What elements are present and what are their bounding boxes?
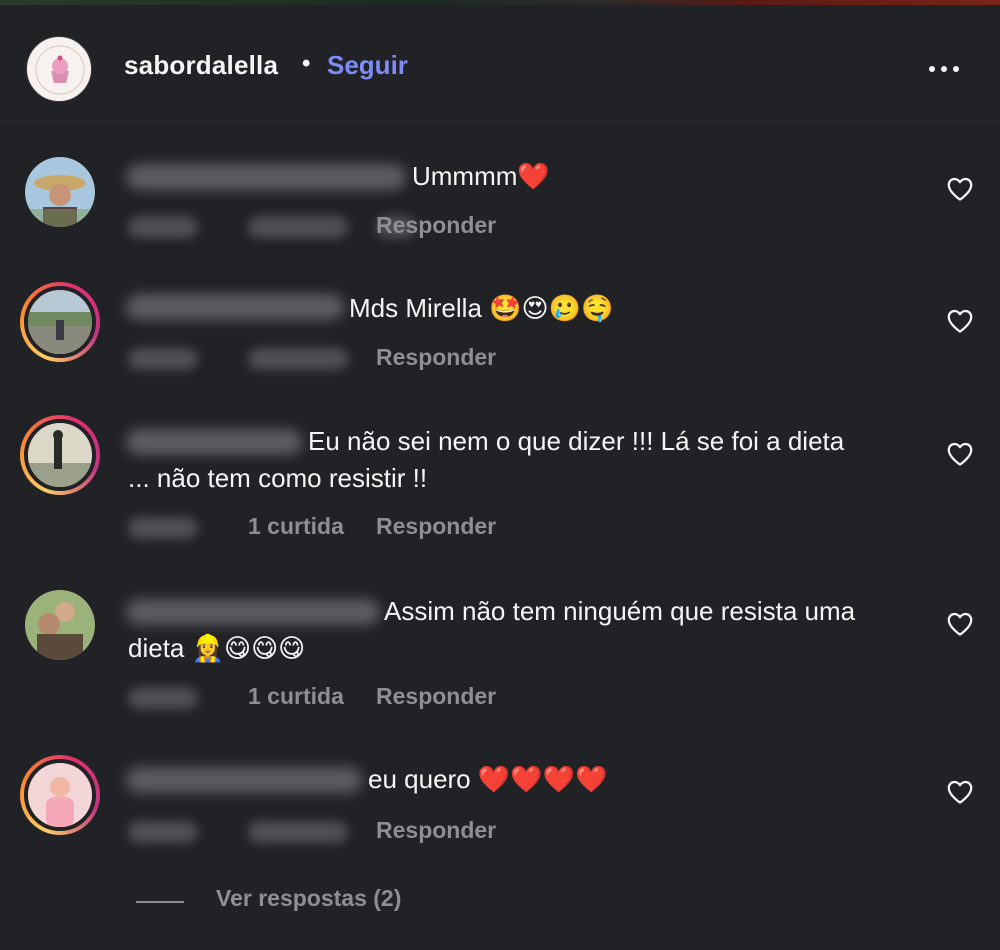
- heart-outline-icon: [947, 177, 973, 201]
- like-comment-button[interactable]: [945, 174, 975, 204]
- comment-text: eu quero ❤️❤️❤️❤️: [368, 764, 608, 794]
- commenter-avatar[interactable]: [20, 152, 100, 232]
- follow-button[interactable]: Seguir: [327, 50, 408, 81]
- comment-item: Assim não tem ninguém que resista uma di…: [0, 583, 1000, 723]
- blurred-timestamp: [128, 821, 198, 843]
- blurred-likes: [248, 821, 348, 843]
- reply-button[interactable]: Responder: [376, 817, 496, 844]
- header-separator: •: [302, 50, 311, 77]
- profile-avatar[interactable]: [26, 36, 92, 102]
- blurred-username: [126, 294, 344, 320]
- post-author-username[interactable]: sabordalella: [124, 50, 278, 81]
- more-horizontal-icon: [929, 66, 959, 72]
- avatar-photo: [28, 423, 92, 487]
- like-comment-button[interactable]: [945, 609, 975, 639]
- commenter-avatar-story-ring[interactable]: [20, 415, 100, 495]
- comment-meta: Responder: [128, 212, 528, 242]
- reply-button[interactable]: Responder: [376, 513, 496, 540]
- commenter-avatar-story-ring[interactable]: [20, 282, 100, 362]
- comment-item: Eu não sei nem o que dizer !!! Lá se foi…: [0, 413, 1000, 553]
- comment-meta: 1 curtida Responder: [128, 683, 528, 713]
- comment-item: Ummmm❤️ Responder: [0, 150, 1000, 260]
- commenter-avatar[interactable]: [20, 585, 100, 665]
- blurred-timestamp: [128, 216, 198, 238]
- replies-divider-line: [136, 901, 184, 903]
- comment-text: Assim não tem ninguém que resista uma di…: [128, 596, 856, 663]
- view-replies-label: Ver respostas (2): [216, 885, 402, 911]
- like-comment-button[interactable]: [945, 777, 975, 807]
- blurred-likes: [248, 216, 348, 238]
- cupcake-logo-icon: [29, 39, 91, 101]
- comment-meta: 1 curtida Responder: [128, 513, 528, 543]
- more-options-button[interactable]: [924, 47, 964, 81]
- reply-button[interactable]: Responder: [376, 344, 496, 371]
- comment-item: eu quero ❤️❤️❤️❤️ Responder: [0, 753, 1000, 863]
- avatar-photo: [25, 157, 95, 227]
- blurred-timestamp: [128, 687, 198, 709]
- blurred-timestamp: [128, 348, 198, 370]
- like-comment-button[interactable]: [945, 306, 975, 336]
- reply-button[interactable]: Responder: [376, 683, 496, 710]
- comment-item: Mds Mirella 🤩😍🥲🤤 Responder: [0, 280, 1000, 390]
- heart-outline-icon: [947, 612, 973, 636]
- heart-outline-icon: [947, 780, 973, 804]
- likes-count[interactable]: 1 curtida: [248, 683, 344, 710]
- comment-text: Mds Mirella 🤩😍🥲🤤: [349, 293, 614, 323]
- avatar-photo: [25, 590, 95, 660]
- reply-button[interactable]: Responder: [376, 212, 496, 239]
- blurred-likes: [248, 348, 348, 370]
- likes-count[interactable]: 1 curtida: [248, 513, 344, 540]
- avatar-photo: [28, 763, 92, 827]
- commenter-avatar-story-ring[interactable]: [20, 755, 100, 835]
- post-header: sabordalella • Seguir: [0, 5, 1000, 122]
- heart-outline-icon: [947, 309, 973, 333]
- blurred-timestamp: [128, 517, 198, 539]
- like-comment-button[interactable]: [945, 439, 975, 469]
- comment-meta: Responder: [128, 344, 528, 374]
- avatar-photo: [28, 290, 92, 354]
- comment-text: Ummmm❤️: [412, 161, 550, 191]
- blurred-username: [126, 767, 362, 793]
- comment-meta: Responder: [128, 817, 528, 847]
- blurred-username: [126, 164, 406, 190]
- heart-outline-icon: [947, 442, 973, 466]
- comment-text: Eu não sei nem o que dizer !!! Lá se foi…: [128, 426, 845, 493]
